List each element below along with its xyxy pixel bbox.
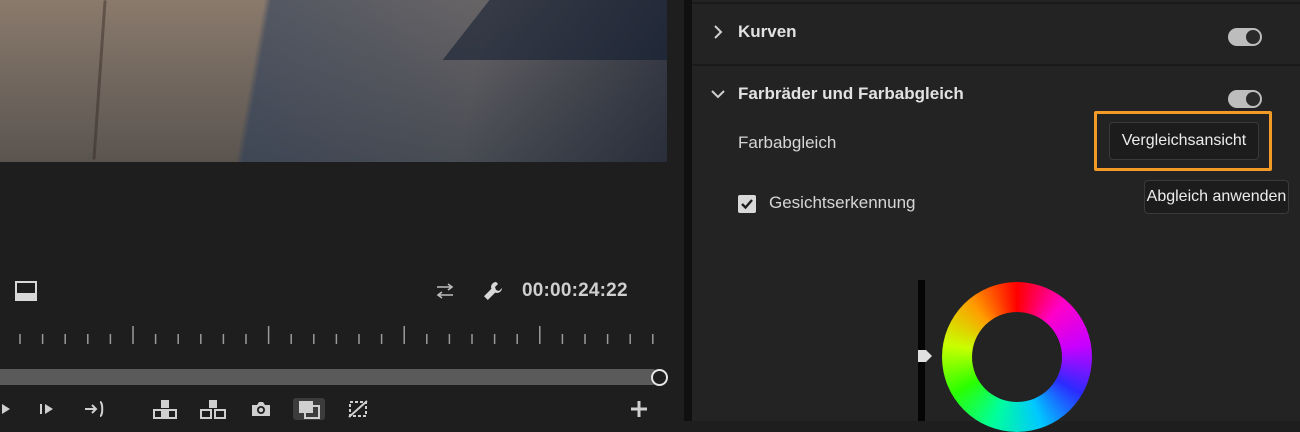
zoom-scrollbar[interactable]	[0, 369, 660, 385]
video-crack-detail	[92, 0, 107, 160]
zoom-scrollbar-handle[interactable]	[651, 369, 668, 386]
section-color-wheels[interactable]: Farbräder und Farbabgleich	[692, 66, 1300, 126]
slider-handle-icon[interactable]	[917, 349, 933, 363]
curves-enable-toggle[interactable]	[1228, 28, 1262, 46]
chevron-down-icon[interactable]	[710, 86, 726, 102]
time-ruler[interactable]	[0, 322, 667, 346]
extract-icon[interactable]	[200, 398, 226, 420]
video-preview	[0, 0, 667, 162]
face-detection-checkbox[interactable]	[738, 195, 756, 213]
color-wheels-enable-toggle[interactable]	[1228, 90, 1262, 108]
proxy-toggle-icon[interactable]	[345, 398, 371, 420]
color-wheel-center	[972, 312, 1062, 402]
toggle-knob	[1246, 92, 1260, 106]
add-button-icon[interactable]	[626, 398, 652, 420]
comparison-view-button[interactable]: Vergleichsansicht	[1109, 122, 1259, 160]
section-title-curves: Kurven	[738, 22, 797, 41]
lift-icon[interactable]	[152, 398, 178, 420]
section-curves[interactable]: Kurven	[692, 4, 1300, 64]
step-forward-icon[interactable]	[34, 398, 60, 420]
color-match-label: Farbabgleich	[738, 133, 837, 152]
timecode-display[interactable]: 00:00:24:22	[522, 280, 628, 302]
face-detection-label: Gesichtserkennung	[769, 193, 916, 212]
checkmark-icon	[741, 199, 753, 210]
lumetri-color-panel: Kurven Farbräder und Farbabgleich Farbab…	[692, 0, 1300, 432]
step-back-icon[interactable]	[0, 398, 20, 420]
video-shadow-detail	[442, 0, 667, 60]
program-monitor: 00:00:24:22	[0, 0, 684, 421]
comparison-view-icon[interactable]	[293, 398, 325, 420]
swap-icon[interactable]	[432, 281, 458, 301]
chevron-right-icon[interactable]	[710, 24, 726, 40]
panel-divider[interactable]	[684, 0, 692, 421]
toggle-knob	[1246, 30, 1260, 44]
export-frame-icon[interactable]	[14, 280, 38, 302]
wrench-icon[interactable]	[481, 279, 505, 303]
go-to-out-icon[interactable]	[82, 398, 108, 420]
apply-match-button[interactable]: Abgleich anwenden	[1144, 180, 1289, 214]
transport-controls	[0, 398, 667, 421]
section-title-color-wheels: Farbräder und Farbabgleich	[738, 84, 964, 103]
camera-icon[interactable]	[248, 398, 274, 420]
